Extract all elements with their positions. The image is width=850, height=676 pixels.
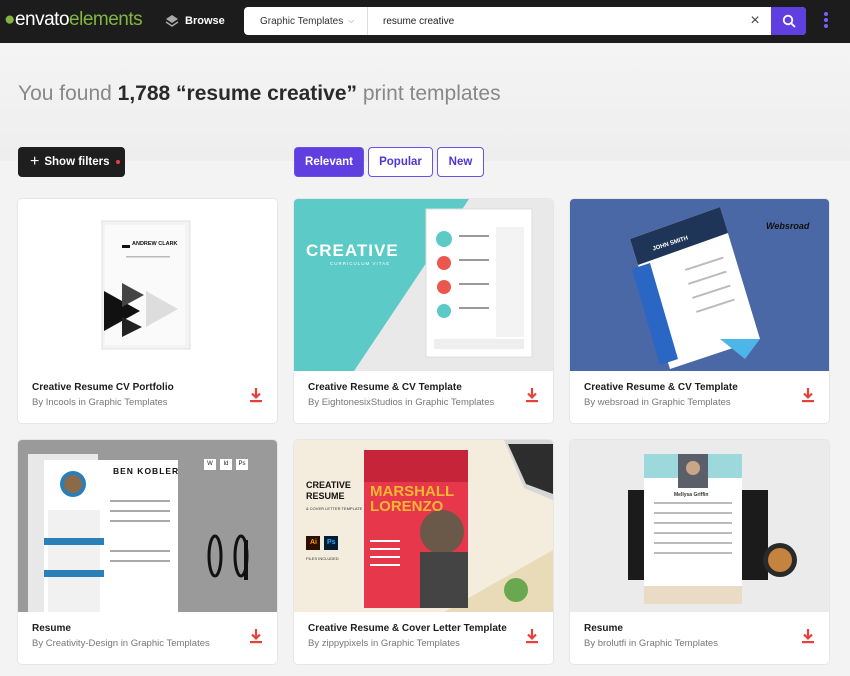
indesign-badge: Id [220,459,232,470]
card-thumbnail[interactable]: BEN KOBLER W Id Ps [18,440,277,612]
browse-label: Browse [185,15,225,27]
download-icon[interactable] [800,628,816,644]
sort-popular-button[interactable]: Popular [368,147,433,177]
card-author[interactable]: By Creativity-Design in Graphic Template… [32,638,210,649]
thumb-first-name: MARSHALL [370,483,455,500]
browse-icon [165,15,179,27]
result-card[interactable]: ANDREW CLARK Creative Resume CV Portfoli… [18,199,277,423]
plus-icon: + [30,153,40,170]
download-icon[interactable] [800,387,816,403]
category-select-value: Graphic Templates [260,15,344,27]
thumbnail-art [306,440,553,612]
thumb-name-text: Mellysa Griffin [674,492,709,498]
thumb-brand-text: Websroad [766,221,810,231]
card-author[interactable]: By zippypixels in Graphic Templates [308,638,460,649]
card-thumbnail[interactable]: Mellysa Griffin [570,440,829,612]
card-title[interactable]: Creative Resume & Cover Letter Template [308,623,507,634]
thumbnail-art [294,199,533,371]
search-bar: Graphic Templates ⌵ × [244,7,806,35]
card-title[interactable]: Creative Resume & CV Template [584,382,738,393]
thumb-files-text: FILES INCLUDED [306,556,339,561]
clear-icon[interactable]: × [747,13,763,29]
card-author[interactable]: By EightonesixStudios in Graphic Templat… [308,397,494,408]
word-badge: W [204,459,216,470]
thumb-left-subtext: & COVER LETTER TEMPLATE [306,506,363,511]
leaf-icon: ● [4,9,15,30]
card-author[interactable]: By brolutfi in Graphic Templates [584,638,718,649]
download-icon[interactable] [248,387,264,403]
illustrator-badge: Ai [310,539,317,546]
thumb-app-badges: W Id Ps [204,459,248,470]
card-title[interactable]: Creative Resume & CV Template [308,382,462,393]
search-icon [782,14,796,28]
search-input[interactable] [374,7,754,35]
card-author[interactable]: By websroad in Graphic Templates [584,397,731,408]
thumb-left-text: CREATIVE RESUME [306,480,351,502]
card-thumbnail[interactable]: Websroad JOHN SMITH [570,199,829,371]
photoshop-badge: Ps [327,539,336,546]
thumb-last-name: LORENZO [370,498,444,515]
results-prefix: You found [18,82,112,105]
result-card[interactable]: CREATIVE CURRICULUM VITAE Creative Resum… [294,199,553,423]
results-count: 1,788 “resume creative” [117,82,357,105]
card-title[interactable]: Resume [32,623,71,634]
more-icon[interactable] [820,12,832,32]
results-suffix: print templates [362,82,501,105]
card-author[interactable]: By Incools in Graphic Templates [32,397,168,408]
chevron-down-icon: ⌵ [348,16,355,25]
category-select[interactable]: Graphic Templates ⌵ [244,7,368,35]
logo-text-elements: elements [69,9,143,30]
results-summary: You found 1,788 “resume creative” print … [18,82,501,106]
result-card[interactable]: CREATIVE RESUME & COVER LETTER TEMPLATE … [294,440,553,664]
download-icon[interactable] [524,628,540,644]
card-title[interactable]: Resume [584,623,623,634]
result-card[interactable]: Websroad JOHN SMITH Creative Resume & CV… [570,199,829,423]
show-filters-label: Show filters [44,156,110,168]
photoshop-badge: Ps [236,459,248,470]
envato-elements-logo[interactable]: ●envatoelements [4,9,143,31]
thumb-name-text: BEN KOBLER [113,466,180,476]
search-button[interactable] [771,7,806,35]
thumb-heading-text: CREATIVE [306,241,399,260]
result-card[interactable]: BEN KOBLER W Id Ps Resume By Creativity-… [18,440,277,664]
thumbnail-art [628,454,797,604]
download-icon[interactable] [524,387,540,403]
thumbnail-art [101,220,191,350]
card-title[interactable]: Creative Resume CV Portfolio [32,382,174,393]
result-card[interactable]: Mellysa Griffin Resume By brolutfi in Gr… [570,440,829,664]
logo-text-envato: envato [14,9,70,30]
browse-button[interactable]: Browse [165,11,225,31]
thumb-subheading-text: CURRICULUM VITAE [330,261,391,266]
thumb-big-name: MARSHALL LORENZO [370,484,454,514]
top-bar: ●envatoelements Browse Graphic Templates… [0,0,850,43]
thumb-left-text-a: CREATIVE [306,480,351,490]
show-filters-button[interactable]: + Show filters [18,147,125,177]
sort-relevant-button[interactable]: Relevant [294,147,364,177]
card-thumbnail[interactable]: CREATIVE RESUME & COVER LETTER TEMPLATE … [294,440,553,612]
card-thumbnail[interactable]: CREATIVE CURRICULUM VITAE [294,199,553,371]
sort-new-button[interactable]: New [437,147,484,177]
download-icon[interactable] [248,628,264,644]
thumb-name-text: ANDREW CLARK [132,241,178,247]
thumb-left-text-b: RESUME [306,491,345,501]
filter-indicator-dot [115,160,120,164]
card-thumbnail[interactable]: ANDREW CLARK [18,199,277,371]
